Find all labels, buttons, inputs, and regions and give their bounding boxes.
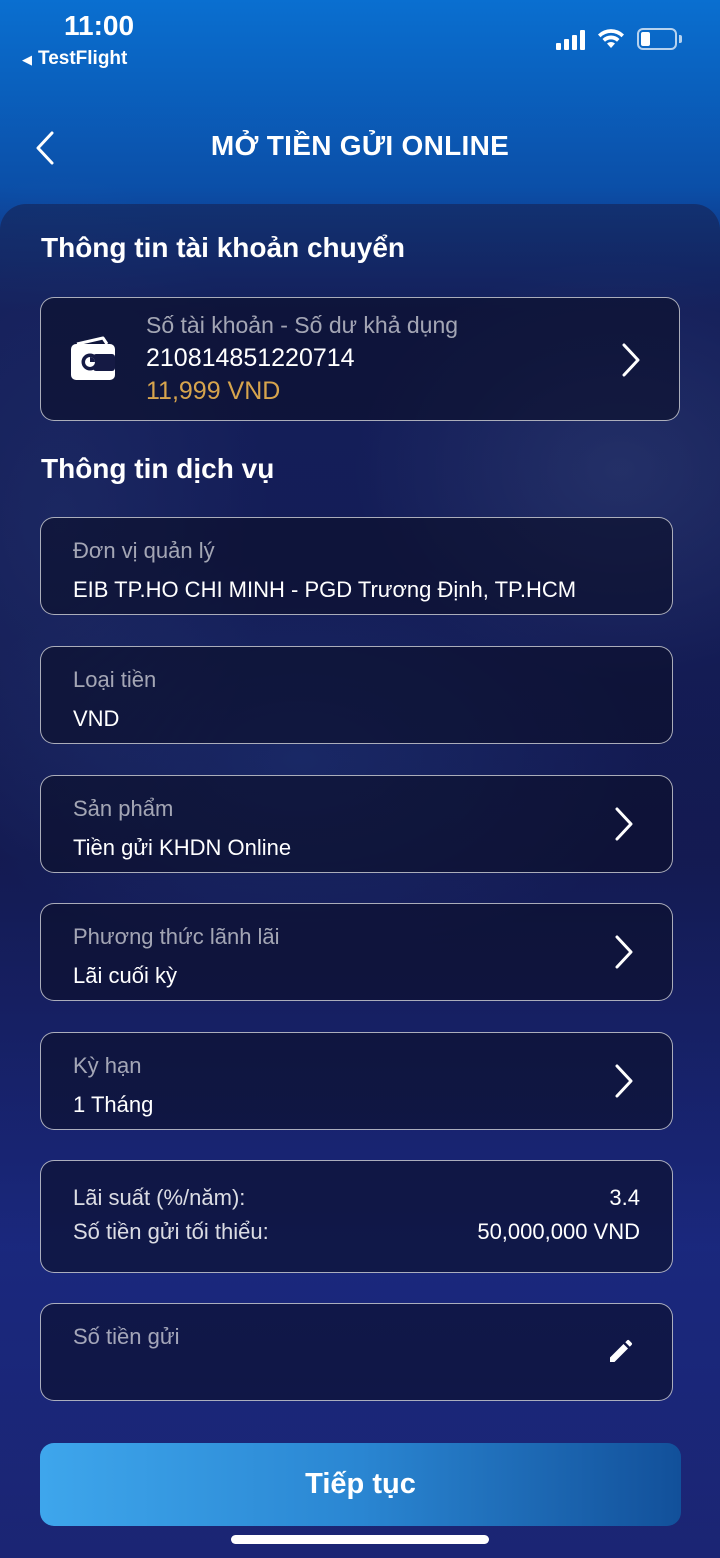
back-app-label: TestFlight <box>38 48 128 69</box>
status-time: 11:00 <box>64 10 135 41</box>
product-selector[interactable]: Sản phẩm Tiền gửi KHDN Online <box>40 775 673 873</box>
interest-rate-value: 3.4 <box>609 1185 640 1210</box>
management-unit-label: Đơn vị quản lý <box>73 538 215 563</box>
page-title: MỞ TIỀN GỬI ONLINE <box>210 130 510 161</box>
home-indicator <box>231 1535 489 1544</box>
signal-icon <box>556 30 588 50</box>
currency-value: VND <box>73 706 120 731</box>
wallet-icon <box>71 336 115 380</box>
deposit-amount-input[interactable]: Số tiền gửi <box>40 1303 673 1401</box>
term-selector[interactable]: Kỳ hạn 1 Tháng <box>40 1032 673 1130</box>
interest-method-value: Lãi cuối kỳ <box>73 963 177 988</box>
source-account-label: Số tài khoản - Số dư khả dụng <box>146 312 459 338</box>
deposit-amount-placeholder: Số tiền gửi <box>73 1324 180 1349</box>
pencil-edit-icon[interactable] <box>606 1338 634 1366</box>
currency-field: Loại tiền VND <box>40 646 673 744</box>
minimum-deposit-row: Số tiền gửi tối thiểu: 50,000,000 VND <box>73 1219 640 1245</box>
currency-label: Loại tiền <box>73 667 157 692</box>
section-title-service: Thông tin dịch vụ <box>41 453 275 484</box>
available-balance: 11,999 VND <box>146 377 281 405</box>
chevron-right-icon <box>622 343 640 377</box>
wifi-icon <box>598 29 624 48</box>
status-bar: 11:00 ◀ TestFlight <box>0 0 720 80</box>
term-label: Kỳ hạn <box>73 1053 142 1078</box>
chevron-right-icon <box>615 935 633 969</box>
minimum-deposit-value: 50,000,000 VND <box>477 1219 640 1244</box>
chevron-right-icon <box>615 807 633 841</box>
interest-method-label: Phương thức lãnh lãi <box>73 924 280 949</box>
battery-icon <box>637 28 683 50</box>
section-title-source-account: Thông tin tài khoản chuyển <box>41 232 405 263</box>
product-label: Sản phẩm <box>73 796 174 821</box>
management-unit-field: Đơn vị quản lý EIB TP.HO CHI MINH - PGD … <box>40 517 673 615</box>
interest-method-selector[interactable]: Phương thức lãnh lãi Lãi cuối kỳ <box>40 903 673 1001</box>
product-value: Tiền gửi KHDN Online <box>73 835 292 860</box>
source-account-selector[interactable]: Số tài khoản - Số dư khả dụng 2108148512… <box>40 297 680 421</box>
back-to-testflight[interactable]: ◀ TestFlight <box>22 48 127 70</box>
rate-info-box: Lãi suất (%/năm): 3.4 Số tiền gửi tối th… <box>40 1160 673 1273</box>
management-unit-value: EIB TP.HO CHI MINH - PGD Trương Định, TP… <box>73 577 577 602</box>
interest-rate-row: Lãi suất (%/năm): 3.4 <box>73 1185 640 1211</box>
continue-button[interactable]: Tiếp tục <box>40 1443 681 1526</box>
back-triangle-icon: ◀ <box>22 52 32 67</box>
term-value: 1 Tháng <box>73 1092 154 1117</box>
minimum-deposit-label: Số tiền gửi tối thiểu: <box>73 1219 269 1244</box>
account-number: 210814851220714 <box>146 344 355 372</box>
chevron-right-icon <box>615 1064 633 1098</box>
interest-rate-label: Lãi suất (%/năm): <box>73 1185 246 1210</box>
